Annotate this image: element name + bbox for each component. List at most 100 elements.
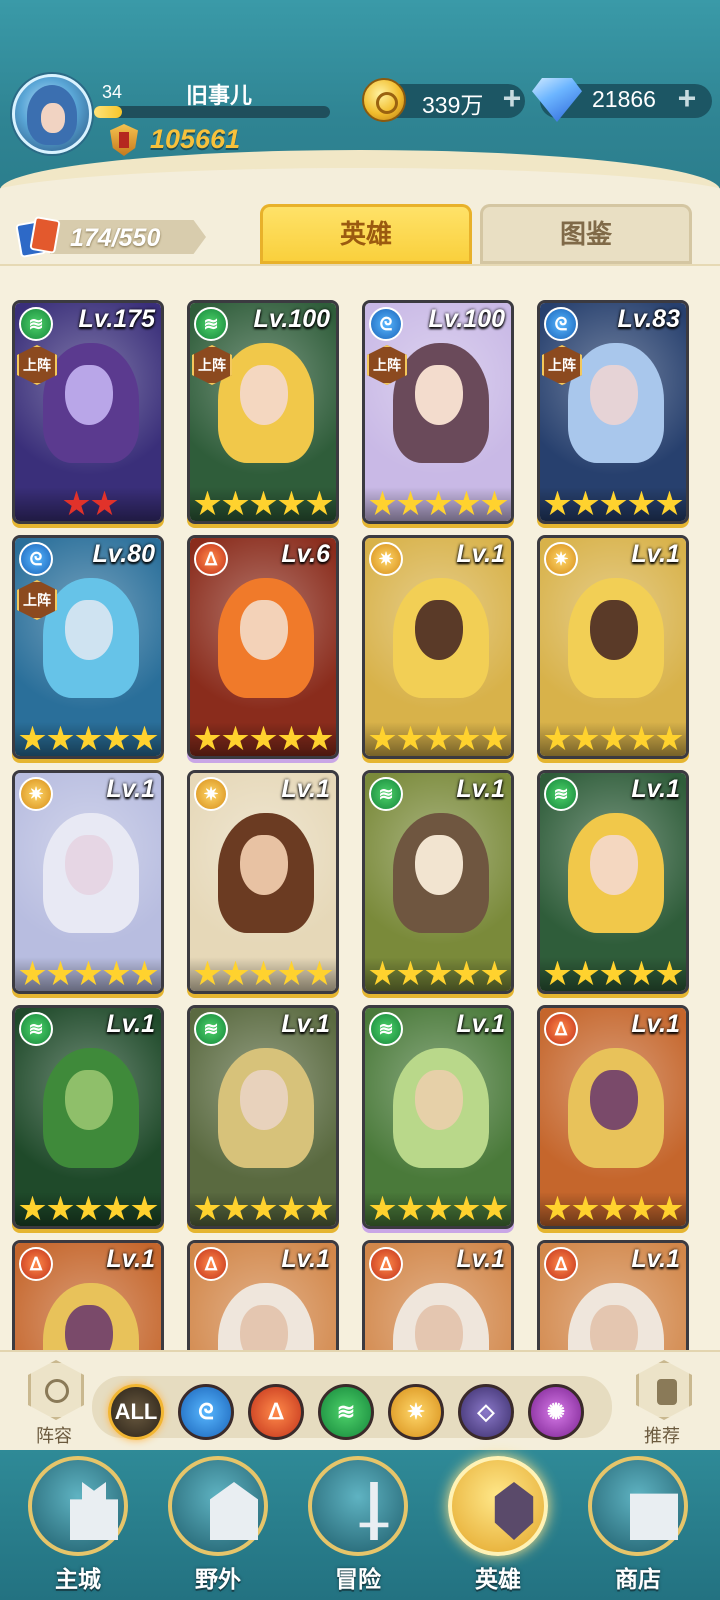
fire-element-icon: ᐃ xyxy=(544,1247,578,1281)
hero-card[interactable]: ✷ Lv.1 xyxy=(187,770,339,994)
star-icon xyxy=(628,725,655,751)
star-icon xyxy=(369,1195,396,1221)
hero-card[interactable]: ✷ Lv.1 xyxy=(12,770,164,994)
tab-heroes[interactable]: 英雄 xyxy=(260,204,472,272)
wind-element-icon: ≋ xyxy=(19,307,53,341)
nav-item-0[interactable]: 主城 xyxy=(16,1456,136,1596)
nav-item-3[interactable]: 英雄 xyxy=(436,1456,556,1596)
hero-card[interactable]: ᐃ Lv.6 xyxy=(187,535,339,759)
add-gold-button[interactable]: + xyxy=(498,82,526,114)
wind-element-icon: ≋ xyxy=(369,1012,403,1046)
star-icon xyxy=(425,960,452,986)
castle-icon xyxy=(28,1456,128,1556)
hero-level: Lv.1 xyxy=(631,540,680,568)
lineup-button[interactable]: 阵容 xyxy=(22,1360,86,1446)
hero-card[interactable]: ≋ Lv.175 上阵 xyxy=(12,300,164,524)
hero-card[interactable]: ᘓ Lv.100 上阵 xyxy=(362,300,514,524)
hero-card[interactable]: ≋ Lv.1 xyxy=(187,1005,339,1229)
star-icon xyxy=(369,725,396,751)
hero-level: Lv.1 xyxy=(106,775,155,803)
star-icon xyxy=(131,725,158,751)
star-icon xyxy=(572,1195,599,1221)
hero-card[interactable]: ᘓ Lv.80 上阵 xyxy=(12,535,164,759)
star-icon xyxy=(222,1195,249,1221)
filter-light-button[interactable]: ✷ xyxy=(388,1384,444,1440)
star-icon xyxy=(600,490,627,516)
hero-card[interactable]: ✷ Lv.1 xyxy=(362,535,514,759)
filter-fire-button[interactable]: ᐃ xyxy=(248,1384,304,1440)
hero-level: Lv.1 xyxy=(456,775,505,803)
light-element-icon: ✷ xyxy=(369,542,403,576)
hero-level: Lv.1 xyxy=(106,1010,155,1038)
star-icon xyxy=(572,725,599,751)
star-icon xyxy=(397,960,424,986)
nav-item-4[interactable]: 商店 xyxy=(576,1456,696,1596)
add-gems-button[interactable]: + xyxy=(673,82,701,114)
star-icon xyxy=(544,490,571,516)
filter-water-button[interactable]: ᘓ xyxy=(178,1384,234,1440)
hero-cards-icon xyxy=(14,216,61,258)
filter-wind-button[interactable]: ≋ xyxy=(318,1384,374,1440)
hero-stars xyxy=(190,487,336,521)
hero-card[interactable]: ᐃ Lv.1 xyxy=(537,1240,689,1360)
hero-level: Lv.100 xyxy=(253,305,330,333)
player-level: 34 xyxy=(102,82,123,102)
wind-element-icon: ≋ xyxy=(369,777,403,811)
star-icon xyxy=(600,725,627,751)
wind-element-icon: ≋ xyxy=(194,1012,228,1046)
hero-card[interactable]: ≋ Lv.1 xyxy=(362,1005,514,1229)
hero-card[interactable]: ᐃ Lv.1 xyxy=(362,1240,514,1360)
star-icon xyxy=(481,1195,508,1221)
star-icon xyxy=(656,490,683,516)
nav-item-2[interactable]: 冒险 xyxy=(296,1456,416,1596)
filter-dark-button[interactable]: ◇ xyxy=(458,1384,514,1440)
star-icon xyxy=(278,960,305,986)
hero-card[interactable]: ✷ Lv.1 xyxy=(537,535,689,759)
hero-card[interactable]: ᐃ Lv.1 xyxy=(537,1005,689,1229)
star-icon xyxy=(628,490,655,516)
hero-card[interactable]: ᘓ Lv.83 上阵 xyxy=(537,300,689,524)
star-icon xyxy=(19,725,46,751)
hero-level: Lv.1 xyxy=(631,775,680,803)
hero-stars xyxy=(190,1192,336,1226)
star-icon xyxy=(425,725,452,751)
hero-card[interactable]: ᐃ Lv.1 xyxy=(187,1240,339,1360)
player-avatar[interactable] xyxy=(12,74,92,154)
wind-element-icon: ≋ xyxy=(19,1012,53,1046)
shop-icon xyxy=(588,1456,688,1556)
combat-power: 105661 xyxy=(150,124,241,154)
star-icon xyxy=(544,725,571,751)
lineup-label: 阵容 xyxy=(36,1426,72,1446)
hero-level: Lv.1 xyxy=(456,1010,505,1038)
fire-element-icon: ᐃ xyxy=(544,1012,578,1046)
tab-gallery[interactable]: 图鉴 xyxy=(480,204,692,264)
star-icon xyxy=(63,490,90,516)
element-filter-bar: 阵容 ALL ᘓ ᐃ ≋ ✷ ◇ ✺ 推荐 xyxy=(0,1350,720,1450)
star-icon xyxy=(194,490,221,516)
star-icon xyxy=(481,725,508,751)
recommend-label: 推荐 xyxy=(644,1426,680,1446)
hero-card[interactable]: ≋ Lv.1 xyxy=(12,1005,164,1229)
star-icon xyxy=(481,490,508,516)
hero-card[interactable]: ≋ Lv.1 xyxy=(537,770,689,994)
filter-all-button[interactable]: ALL xyxy=(108,1384,164,1440)
light-element-icon: ✷ xyxy=(544,542,578,576)
star-icon xyxy=(453,490,480,516)
hero-level: Lv.6 xyxy=(281,540,330,568)
nav-item-1[interactable]: 野外 xyxy=(156,1456,276,1596)
star-icon xyxy=(656,1195,683,1221)
star-icon xyxy=(628,960,655,986)
star-icon xyxy=(250,960,277,986)
player-info: 34 旧事儿 xyxy=(94,78,332,118)
recommend-button[interactable]: 推荐 xyxy=(630,1360,694,1446)
exp-bar xyxy=(94,106,330,118)
exp-bar-fill xyxy=(94,106,123,118)
hero-stars xyxy=(365,957,511,991)
hero-card[interactable]: ≋ Lv.100 上阵 xyxy=(187,300,339,524)
hero-card[interactable]: ≋ Lv.1 xyxy=(362,770,514,994)
portal-icon xyxy=(168,1456,268,1556)
hero-card[interactable]: ᐃ Lv.1 xyxy=(12,1240,164,1360)
gold-amount: 339万 xyxy=(422,92,484,118)
filter-void-button[interactable]: ✺ xyxy=(528,1384,584,1440)
star-icon xyxy=(250,490,277,516)
